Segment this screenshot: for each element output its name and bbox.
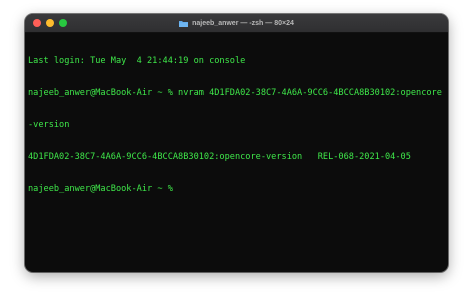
window-title: najeeb_anwer — -zsh — 80×24 xyxy=(179,20,294,27)
title-bar[interactable]: najeeb_anwer — -zsh — 80×24 xyxy=(25,14,448,33)
terminal-line-last-login: Last login: Tue May 4 21:44:19 on consol… xyxy=(28,56,246,67)
terminal-window: najeeb_anwer — -zsh — 80×24 Last login: … xyxy=(25,14,448,272)
window-title-text: najeeb_anwer — -zsh — 80×24 xyxy=(192,19,294,27)
folder-icon xyxy=(179,20,189,27)
terminal-line-prompt[interactable]: najeeb_anwer@MacBook-Air ~ % xyxy=(28,183,445,194)
terminal-line-command: najeeb_anwer@MacBook-Air ~ % nvram 4D1FD… xyxy=(28,87,442,98)
terminal-output[interactable]: Last login: Tue May 4 21:44:19 on consol… xyxy=(25,33,448,217)
prompt-text: najeeb_anwer@MacBook-Air ~ % xyxy=(28,184,179,195)
close-button[interactable] xyxy=(33,19,41,27)
zoom-button[interactable] xyxy=(59,19,67,27)
terminal-line-command-wrap: -version xyxy=(28,119,70,130)
minimize-button[interactable] xyxy=(46,19,54,27)
window-controls xyxy=(33,19,67,27)
terminal-line-output: 4D1FDA02-38C7-4A6A-9CC6-4BCCA8B30102:ope… xyxy=(28,151,411,162)
